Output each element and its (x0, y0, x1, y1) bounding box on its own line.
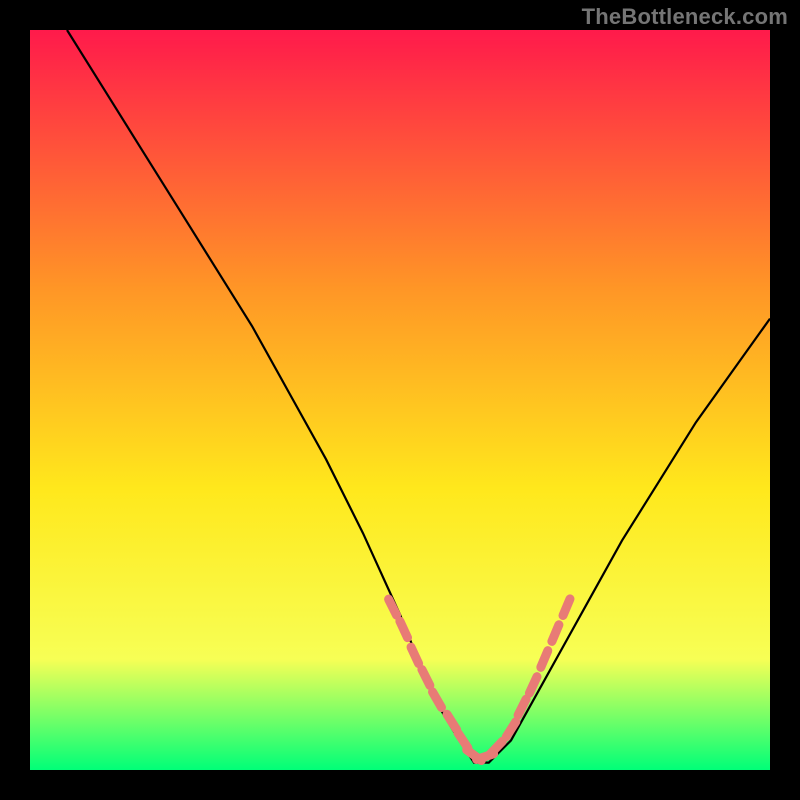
plot-background (30, 30, 770, 770)
chart-frame: { "watermark": "TheBottleneck.com", "col… (0, 0, 800, 800)
bottleneck-chart (0, 0, 800, 800)
